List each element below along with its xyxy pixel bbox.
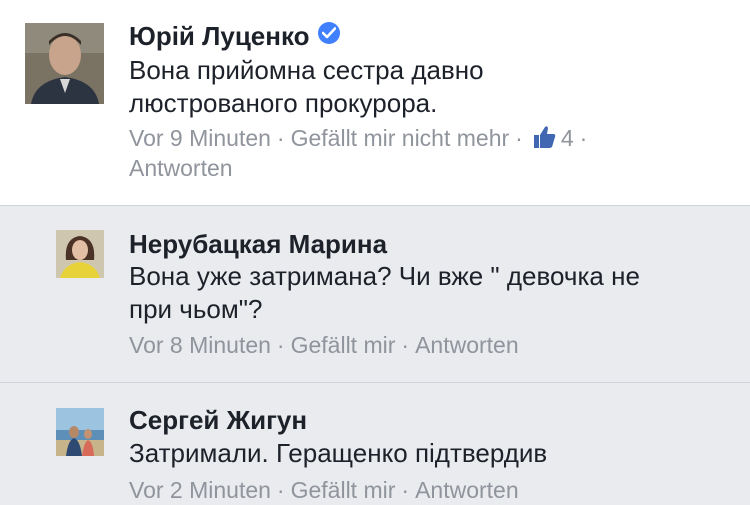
comment-timestamp[interactable]: Vor 2 Minuten — [129, 477, 271, 503]
reply-link[interactable]: Antworten — [415, 332, 519, 358]
thumbs-up-icon[interactable] — [531, 124, 557, 150]
reply-link[interactable]: Antworten — [129, 155, 233, 181]
separator: · — [276, 477, 285, 503]
separator: · — [515, 125, 523, 151]
comment-text: Затримали. Геращенко підтвердив — [129, 438, 548, 468]
comment-timestamp[interactable]: Vor 9 Minuten — [129, 125, 271, 151]
like-count[interactable]: 4 — [561, 125, 574, 151]
like-link[interactable]: Gefällt mir — [291, 332, 396, 358]
verified-badge-icon — [317, 22, 340, 44]
avatar[interactable] — [56, 408, 104, 456]
avatar[interactable] — [25, 23, 104, 104]
separator: · — [276, 125, 285, 151]
reply-row: Antworten — [129, 153, 233, 183]
comment-author[interactable]: Юрій Луценко — [129, 20, 340, 52]
separator: · — [276, 332, 285, 358]
comment-text: Вона уже затримана? Чи вже " девочка не … — [129, 261, 640, 324]
comment-actions: Vor 2 Minuten · Gefällt mir · Antworten — [129, 475, 519, 505]
separator: · — [579, 125, 588, 151]
comment-actions: Vor 8 Minuten · Gefällt mir · Antworten — [129, 330, 519, 360]
reply-link[interactable]: Antworten — [415, 477, 519, 503]
author-name[interactable]: Юрій Луценко — [129, 21, 310, 51]
like-link[interactable]: Gefällt mir — [291, 477, 396, 503]
comment-author[interactable]: Сергей Жигун — [129, 404, 307, 436]
separator: · — [401, 477, 410, 503]
separator: · — [401, 332, 410, 358]
avatar[interactable] — [56, 230, 104, 278]
unlike-link[interactable]: Gefällt mir nicht mehr — [291, 125, 510, 151]
comment-timestamp[interactable]: Vor 8 Minuten — [129, 332, 271, 358]
comment-author[interactable]: Нерубацкая Марина — [129, 228, 387, 260]
comment-text: Вона прийомна сестра давно люстрованого … — [129, 55, 484, 118]
comment-actions: Vor 9 Minuten · Gefällt mir nicht mehr · 4 · — [129, 123, 593, 153]
